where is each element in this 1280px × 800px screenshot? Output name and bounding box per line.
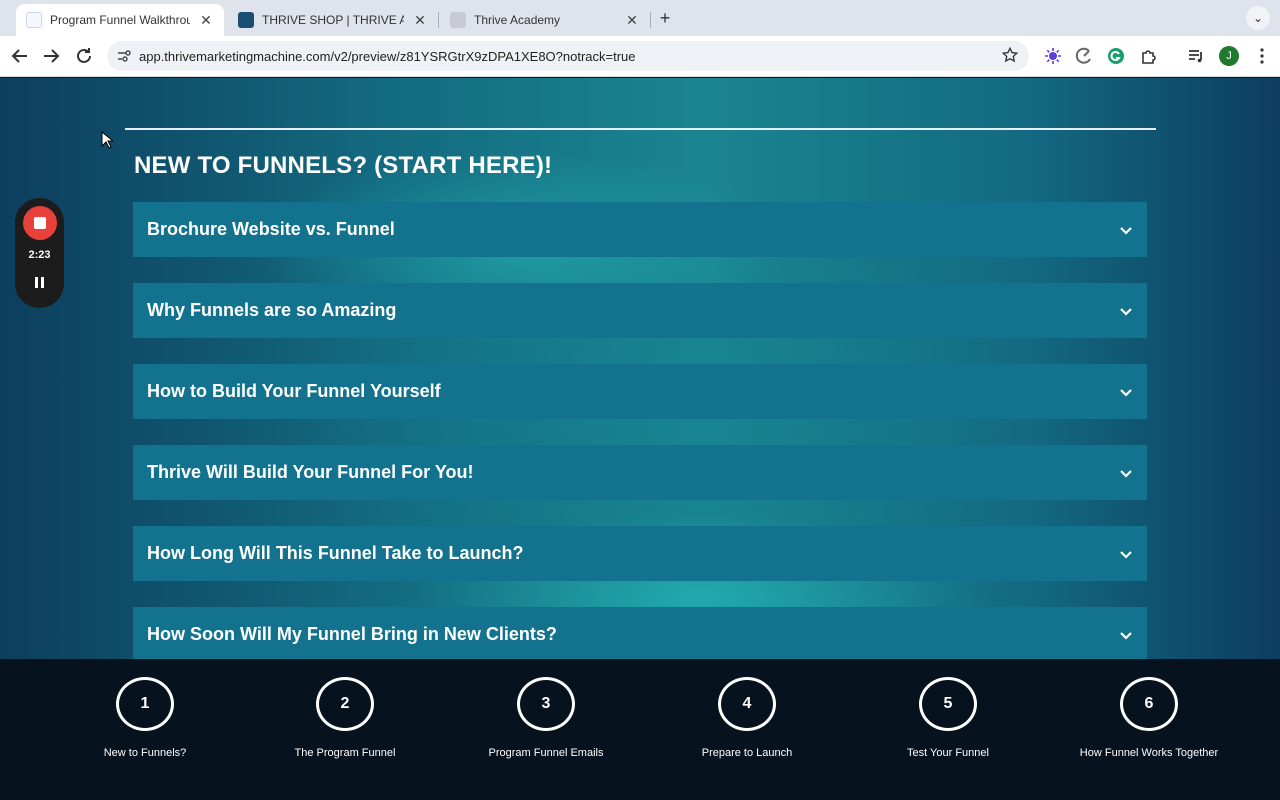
new-tab-button[interactable]: + xyxy=(654,7,676,29)
tab-close-icon[interactable]: ✕ xyxy=(624,12,640,29)
extension-loader-icon[interactable] xyxy=(1074,46,1094,66)
accordion-label: How Long Will This Funnel Take to Launch… xyxy=(147,543,524,563)
accordion-item-build-yourself[interactable]: How to Build Your Funnel Yourself xyxy=(133,364,1147,419)
screen-recorder-widget: 2:23 xyxy=(15,198,64,308)
accordion-item-thrive-builds[interactable]: Thrive Will Build Your Funnel For You! xyxy=(133,445,1147,500)
tab-thrive-shop[interactable]: THRIVE SHOP | THRIVE ACAD ✕ xyxy=(228,4,438,36)
profile-avatar[interactable]: J xyxy=(1219,46,1239,66)
bookmark-star-icon[interactable] xyxy=(1001,46,1019,69)
section-divider xyxy=(125,128,1156,130)
tab-separator xyxy=(650,12,651,28)
back-arrow-icon[interactable] xyxy=(8,44,32,68)
extensions-puzzle-icon[interactable] xyxy=(1139,46,1159,66)
step-number: 3 xyxy=(517,677,575,731)
step-label: The Program Funnel xyxy=(294,747,396,759)
step-number: 1 xyxy=(116,677,174,731)
extension-grammarly-icon[interactable] xyxy=(1106,46,1126,66)
chevron-down-icon xyxy=(1120,550,1132,559)
step-2-program-funnel[interactable]: 2 The Program Funnel xyxy=(245,659,445,800)
step-1-new-to-funnels[interactable]: 1 New to Funnels? xyxy=(45,659,245,800)
step-4-prepare-to-launch[interactable]: 4 Prepare to Launch xyxy=(647,659,847,800)
step-number: 4 xyxy=(718,677,776,731)
browser-menu-icon[interactable] xyxy=(1250,44,1274,68)
accordion-label: How Soon Will My Funnel Bring in New Cli… xyxy=(147,624,557,644)
step-label: How Funnel Works Together xyxy=(1079,747,1219,759)
accordion-item-new-clients[interactable]: How Soon Will My Funnel Bring in New Cli… xyxy=(133,607,1147,659)
recording-timer: 2:23 xyxy=(28,249,51,261)
tab-thrive-academy[interactable]: Thrive Academy ✕ xyxy=(440,4,650,36)
chevron-down-icon xyxy=(1120,307,1132,316)
step-5-test-your-funnel[interactable]: 5 Test Your Funnel xyxy=(848,659,1048,800)
url-text[interactable]: app.thrivemarketingmachine.com/v2/previe… xyxy=(139,49,636,64)
accordion-item-why-funnels[interactable]: Why Funnels are so Amazing xyxy=(133,283,1147,338)
tab-favicon-icon xyxy=(26,12,42,28)
tab-search-button[interactable]: ⌄ xyxy=(1246,6,1270,30)
step-navigation: 1 New to Funnels? 2 The Program Funnel 3… xyxy=(0,659,1280,800)
address-bar[interactable]: app.thrivemarketingmachine.com/v2/previe… xyxy=(107,41,1029,71)
accordion-label: Brochure Website vs. Funnel xyxy=(147,219,395,239)
tab-favicon-icon xyxy=(238,12,254,28)
section-title: NEW TO FUNNELS? (START HERE)! xyxy=(134,152,553,179)
media-controls-icon[interactable] xyxy=(1186,46,1206,66)
step-label: Prepare to Launch xyxy=(701,747,793,759)
stop-recording-button[interactable] xyxy=(23,206,57,240)
page-content: NEW TO FUNNELS? (START HERE)! Brochure W… xyxy=(0,78,1280,659)
step-6-how-funnel-works[interactable]: 6 How Funnel Works Together xyxy=(1049,659,1249,800)
step-3-program-funnel-emails[interactable]: 3 Program Funnel Emails xyxy=(446,659,646,800)
tab-title: THRIVE SHOP | THRIVE ACAD xyxy=(262,13,404,27)
accordion-item-launch-time[interactable]: How Long Will This Funnel Take to Launch… xyxy=(133,526,1147,581)
accordion-item-brochure-vs-funnel[interactable]: Brochure Website vs. Funnel xyxy=(133,202,1147,257)
tab-title: Program Funnel Walkthrough xyxy=(50,13,190,27)
step-label: Test Your Funnel xyxy=(907,747,989,759)
tab-close-icon[interactable]: ✕ xyxy=(198,12,214,29)
tab-title: Thrive Academy xyxy=(474,13,561,27)
step-label: Program Funnel Emails xyxy=(488,747,604,759)
site-info-icon[interactable] xyxy=(115,47,133,65)
accordion-label: How to Build Your Funnel Yourself xyxy=(147,381,441,401)
chevron-down-icon xyxy=(1120,469,1132,478)
accordion-label: Why Funnels are so Amazing xyxy=(147,300,397,320)
step-number: 6 xyxy=(1120,677,1178,731)
mouse-pointer-icon xyxy=(101,131,113,149)
extension-sun-icon[interactable] xyxy=(1043,46,1063,66)
step-label: New to Funnels? xyxy=(103,747,187,759)
browser-toolbar: app.thrivemarketingmachine.com/v2/previe… xyxy=(0,36,1280,77)
chevron-down-icon xyxy=(1120,388,1132,397)
step-number: 5 xyxy=(919,677,977,731)
reload-icon[interactable] xyxy=(72,44,96,68)
accordion-label: Thrive Will Build Your Funnel For You! xyxy=(147,462,474,482)
chevron-down-icon xyxy=(1120,226,1132,235)
tab-favicon-icon xyxy=(450,12,466,28)
tab-close-icon[interactable]: ✕ xyxy=(412,12,428,29)
step-number: 2 xyxy=(316,677,374,731)
forward-arrow-icon[interactable] xyxy=(39,44,63,68)
pause-icon[interactable] xyxy=(33,276,46,289)
tab-program-funnel-walkthrough[interactable]: Program Funnel Walkthrough ✕ xyxy=(16,4,224,36)
tab-separator xyxy=(438,12,439,28)
tab-strip: Program Funnel Walkthrough ✕ THRIVE SHOP… xyxy=(0,0,1280,36)
chevron-down-icon xyxy=(1120,631,1132,640)
